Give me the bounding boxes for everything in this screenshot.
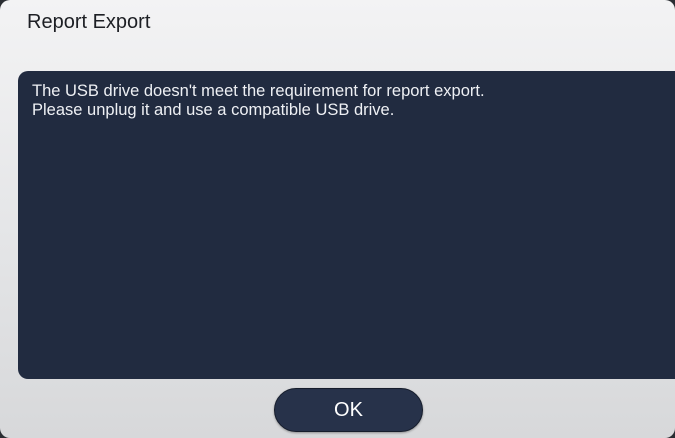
message-line: Please unplug it and use a compatible US… bbox=[32, 101, 395, 119]
message-line: The USB drive doesn't meet the requireme… bbox=[32, 82, 485, 100]
ok-button[interactable]: OK bbox=[274, 388, 423, 432]
message-panel: The USB drive doesn't meet the requireme… bbox=[18, 71, 675, 379]
report-export-dialog: Report Export The USB drive doesn't meet… bbox=[0, 0, 675, 438]
dialog-title: Report Export bbox=[27, 11, 151, 33]
